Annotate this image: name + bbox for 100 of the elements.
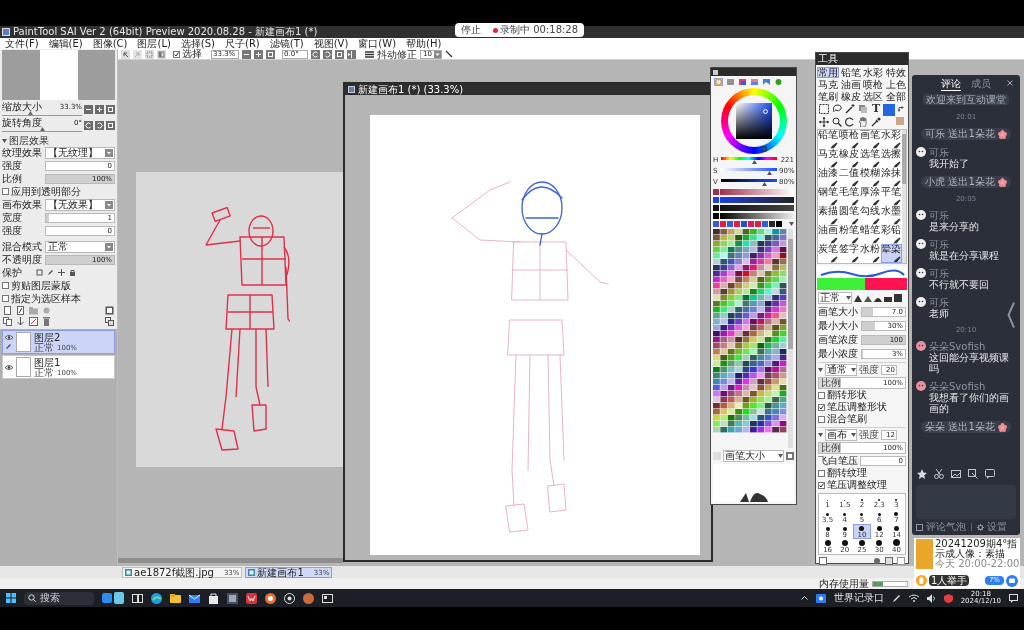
tool-preset[interactable]: 钢笔 [818,187,839,206]
color-swatch-icon[interactable] [713,213,719,219]
tool-preset[interactable]: 毛笔 [839,187,860,206]
lock-icon[interactable] [69,269,76,276]
eye-icon[interactable] [4,334,13,340]
tab[interactable]: 成员 [971,78,991,91]
tool-preset[interactable]: 签字 [839,244,860,263]
tab[interactable]: 橡皮 [839,91,862,102]
layers-icon[interactable] [105,317,114,326]
picker-marker-icon[interactable] [760,145,767,152]
tab[interactable]: 常用 [817,67,839,78]
frame-icon[interactable] [786,452,794,460]
dropdown[interactable]: 画布 [825,429,857,441]
pen-icon[interactable] [891,593,901,603]
page-icon[interactable] [819,557,827,565]
tool-preset[interactable]: 选笔 [860,149,881,168]
trash-icon[interactable] [42,317,51,326]
checkbox[interactable] [818,403,825,411]
zoom-out-icon[interactable] [242,49,251,59]
checkbox[interactable] [818,415,825,423]
menu-item[interactable]: 图像(C) [92,38,128,49]
tool-preset[interactable]: 水彩 [881,130,902,149]
widget-icon[interactable] [102,592,124,604]
text-tool-button[interactable]: T [871,104,881,114]
task-view-icon[interactable] [132,592,143,604]
slider-track[interactable] [721,168,777,175]
rgb-icon[interactable] [738,78,747,86]
square-icon[interactable] [897,557,905,565]
line-icon[interactable] [444,50,453,58]
tab[interactable]: 铅笔 [839,67,862,78]
rotate-left-icon[interactable] [84,120,93,130]
start-icon[interactable] [6,593,16,603]
mail-icon[interactable] [189,592,200,604]
navigator-preview[interactable] [2,50,115,100]
undo-icon[interactable] [121,49,130,59]
color-swatch-icon[interactable] [734,221,740,227]
color-swatch-icon[interactable] [776,221,782,227]
avatar-icon[interactable] [303,592,314,604]
copy-icon[interactable] [3,317,12,326]
folder-icon[interactable] [170,592,181,604]
reset-icon[interactable] [106,104,115,114]
tab[interactable]: 选区 [862,91,885,102]
record-icon[interactable] [284,592,295,604]
dropdown[interactable]: 画笔大小 [723,450,784,462]
tool-preset[interactable]: 粉笔 [839,225,860,244]
palette-icon[interactable] [774,78,783,86]
rotate-left-icon[interactable] [311,49,320,59]
tab[interactable]: 上色 [885,79,907,90]
square-icon[interactable] [885,557,893,565]
move-icon[interactable] [819,117,829,127]
scrollbar[interactable] [902,130,906,263]
app-icon[interactable] [227,592,238,604]
color-swatch-icon[interactable] [741,221,747,227]
tool-preset[interactable]: 铅笔 [818,130,839,149]
dropdown[interactable]: 【无效果】 [45,198,115,211]
color-swatch-icon[interactable] [762,221,768,227]
scissors-icon[interactable] [934,469,944,479]
swap-icon[interactable] [897,105,904,112]
app-icon[interactable] [322,592,333,604]
select-toggle[interactable]: 选择 [173,49,202,59]
slider-track[interactable] [2,128,82,132]
move-icon[interactable] [58,269,65,276]
selection-icon[interactable] [819,104,829,114]
stop-button[interactable]: 停止 [461,24,481,36]
tab[interactable]: 水彩 [862,67,885,78]
tool-preset[interactable]: 水粉 [860,244,881,263]
color-swatch-icon[interactable] [748,221,754,227]
pen-icon[interactable] [47,269,54,276]
checkbox[interactable] [818,391,825,399]
caret-icon[interactable] [789,222,794,226]
zoom-in-icon[interactable] [95,104,104,114]
tool-preset[interactable]: 橡皮 [839,149,860,168]
store-icon[interactable] [208,592,219,604]
menu-item[interactable]: 文件(F) [5,38,39,49]
tool-preset[interactable]: 厚涂 [860,187,881,206]
color-gradient-bar[interactable] [720,205,794,211]
menu-item[interactable]: 选择(S) [180,38,215,49]
speaker-icon[interactable] [926,593,936,603]
scrollbar[interactable] [788,229,793,448]
chat-bubble-icon[interactable] [1006,574,1018,587]
tab[interactable]: 喷枪 [862,79,885,90]
tool-preset[interactable]: 喷枪 [839,130,860,149]
color-swatch-icon[interactable] [883,104,895,116]
slider-track[interactable] [721,157,777,164]
menu-item[interactable]: 帮助(H) [406,38,442,49]
checkbox[interactable] [2,295,9,302]
image-icon[interactable] [951,469,961,479]
checkbox-icon[interactable] [916,523,923,531]
search-field[interactable]: 搜索 [24,591,94,605]
tool-preset[interactable]: 模糊 [860,168,881,187]
menu-item[interactable]: 窗口(W) [358,38,397,49]
chevron-up-icon[interactable] [800,596,808,600]
eye-icon[interactable] [4,364,13,370]
dropdown[interactable]: 【无纹理】 [45,146,115,159]
tool-preset[interactable]: 油漆 [818,168,839,187]
caret-icon[interactable] [2,138,7,143]
star-icon[interactable] [917,469,927,479]
browser-icon[interactable] [151,592,162,604]
color-gradient-bar[interactable] [720,213,794,219]
color-swatch-icon[interactable] [755,221,761,227]
